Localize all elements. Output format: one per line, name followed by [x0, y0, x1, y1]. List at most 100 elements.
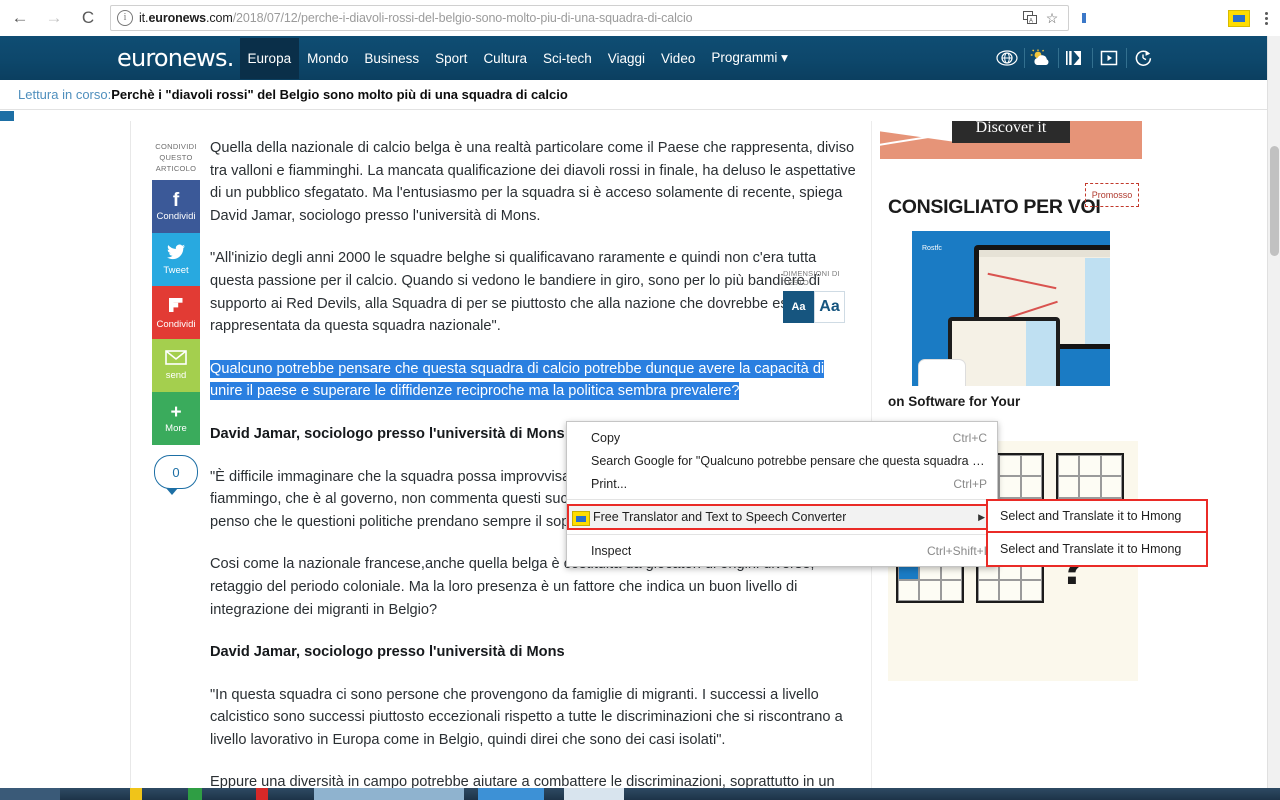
share-flipboard-button[interactable]: Condividi [152, 286, 200, 339]
address-bar[interactable]: i it.euronews.com/2018/07/12/perche-i-di… [110, 5, 1069, 31]
taskbar-item[interactable] [130, 788, 142, 800]
translator-extension-icon [572, 511, 590, 526]
article-paragraph: Quella della nazionale di calcio belga è… [210, 137, 860, 227]
comment-count-bubble[interactable]: 0 [154, 455, 198, 489]
nav-item-viaggi[interactable]: Viaggi [600, 38, 653, 79]
taskbar-item[interactable] [256, 788, 268, 800]
site-nav: Europa Mondo Business Sport Cultura Sci-… [240, 37, 796, 79]
context-menu-item-free-translator[interactable]: Free Translator and Text to Speech Conve… [567, 504, 997, 530]
nav-item-video[interactable]: Video [653, 38, 703, 79]
context-menu-item-search-google[interactable]: Search Google for "Qualcuno potrebbe pen… [567, 449, 997, 472]
chevron-right-icon: ▶ [978, 512, 985, 523]
inspect-shortcut: Ctrl+Shift+I [909, 544, 987, 558]
selected-text[interactable]: Qualcuno potrebbe pensare che questa squ… [210, 360, 824, 401]
article-paragraph: "In questa squadra ci sono persone che p… [210, 684, 860, 752]
globe-icon[interactable] [990, 45, 1024, 71]
search-google-label: Search Google for "Qualcuno potrebbe pen… [591, 454, 987, 468]
web-page: euronews. Europa Mondo Business Sport Cu… [0, 36, 1280, 788]
back-button[interactable]: ← [6, 4, 34, 32]
scrollbar-thumb[interactable] [1270, 146, 1279, 256]
svg-text:A: A [1029, 19, 1033, 25]
article-paragraph: Eppure una diversità in campo potrebbe a… [210, 771, 860, 788]
nav-item-cultura[interactable]: Cultura [475, 38, 535, 79]
forward-button[interactable]: → [40, 4, 68, 32]
nav-item-business[interactable]: Business [356, 38, 427, 79]
bookmark-star-icon[interactable]: ☆ [1042, 8, 1062, 28]
weather-icon[interactable] [1024, 45, 1058, 71]
now-reading-title[interactable]: Perchè i "diavoli rossi" del Belgio sono… [111, 87, 568, 102]
video-icon[interactable] [1092, 45, 1126, 71]
submenu-item-translate-hmong-1[interactable]: Select and Translate it to Hmong [986, 499, 1208, 533]
taskbar-start-button[interactable] [0, 788, 60, 800]
share-email-label: send [166, 370, 187, 381]
article-speaker: David Jamar, sociologo presso l'universi… [210, 641, 860, 664]
taskbar-item[interactable] [188, 788, 202, 800]
nav-item-sport[interactable]: Sport [427, 38, 475, 79]
article-paragraph-selected[interactable]: Qualcuno potrebbe pensare che questa squ… [210, 358, 860, 403]
share-more-button[interactable]: + More [152, 392, 200, 445]
share-rail: CONDIVIDI QUESTO ARTICOLO f Condividi Tw… [152, 141, 200, 489]
context-menu-item-copy[interactable]: Copy Ctrl+C [567, 426, 997, 449]
print-label: Print... [591, 477, 627, 491]
facebook-icon: f [173, 191, 179, 210]
reload-button[interactable]: C [74, 4, 102, 32]
share-facebook-label: Condividi [156, 211, 195, 222]
taskbar-window[interactable] [314, 788, 464, 800]
plus-icon: + [170, 403, 181, 422]
site-header-icons [990, 45, 1280, 71]
flipboard-icon [167, 296, 185, 318]
share-more-label: More [165, 423, 187, 434]
text-size-small-button[interactable]: Aa [783, 291, 814, 323]
context-menu-item-print[interactable]: Print... Ctrl+P [567, 472, 997, 495]
live-icon[interactable] [1058, 45, 1092, 71]
now-reading-bar: Lettura in corso: Perchè i "diavoli ross… [0, 80, 1280, 110]
share-twitter-button[interactable]: Tweet [152, 233, 200, 286]
translator-extension-icon[interactable] [1228, 10, 1250, 27]
url-path: /2018/07/12/perche-i-diavoli-rossi-del-b… [233, 11, 693, 25]
nav-item-europa[interactable]: Europa [240, 38, 300, 79]
ad-headline[interactable]: on Software for Your [888, 393, 1138, 411]
submenu-item-translate-hmong-2[interactable]: Select and Translate it to Hmong [986, 533, 1208, 567]
windows-taskbar [0, 788, 1280, 800]
context-menu: Copy Ctrl+C Search Google for "Qualcuno … [566, 421, 998, 567]
article-paragraph: "All'inizio degli anni 2000 le squadre b… [210, 247, 860, 337]
now-reading-label: Lettura in corso: [18, 87, 111, 102]
discover-label: Discover it [952, 121, 1070, 143]
share-caption: CONDIVIDI QUESTO ARTICOLO [152, 141, 200, 174]
recommended-title: CONSIGLIATO PER VOI [888, 196, 1100, 219]
share-twitter-label: Tweet [163, 265, 188, 276]
text-size-large-button[interactable]: Aa [814, 291, 845, 323]
translate-page-icon[interactable]: A [1020, 8, 1040, 28]
browser-toolbar: ← → C i it.euronews.com/2018/07/12/perch… [0, 0, 1280, 37]
context-menu-separator [567, 534, 997, 535]
share-email-button[interactable]: send [152, 339, 200, 392]
envelope-icon [165, 350, 187, 369]
chrome-menu-icon[interactable] [1258, 12, 1274, 25]
progress-marker [0, 111, 14, 121]
promoted-badge: Promosso [1085, 183, 1139, 207]
taskbar-window[interactable] [564, 788, 624, 800]
nav-item-scitech[interactable]: Sci-tech [535, 38, 600, 79]
taskbar-window-active[interactable] [478, 788, 544, 800]
text-size-widget: DIMENSIONI DI TESTO Aa Aa [783, 269, 853, 323]
copy-label: Copy [591, 431, 620, 445]
euronews-logo[interactable]: euronews. [117, 44, 234, 72]
inspect-label: Inspect [591, 544, 631, 558]
site-info-icon[interactable]: i [117, 10, 133, 26]
text-size-caption: DIMENSIONI DI TESTO [783, 269, 853, 287]
context-menu-item-inspect[interactable]: Inspect Ctrl+Shift+I [567, 539, 997, 562]
history-icon[interactable] [1126, 45, 1160, 71]
ad-banner-image[interactable]: Rostfc [912, 231, 1110, 386]
discover-banner[interactable]: Discover it [880, 121, 1142, 159]
share-facebook-button[interactable]: f Condividi [152, 180, 200, 233]
nav-item-programmi[interactable]: Programmi ▾ [703, 37, 796, 79]
share-caption-line1: CONDIVIDI [152, 141, 200, 152]
url-host: it.euronews.com [139, 11, 233, 25]
ad-brand-label: Rostfc [922, 245, 942, 252]
twitter-icon [166, 244, 186, 264]
nav-item-mondo[interactable]: Mondo [299, 38, 356, 79]
site-header: euronews. Europa Mondo Business Sport Cu… [0, 36, 1280, 80]
free-translator-label: Free Translator and Text to Speech Conve… [593, 510, 846, 524]
url-text: it.euronews.com/2018/07/12/perche-i-diav… [139, 11, 1018, 25]
page-scrollbar[interactable] [1267, 36, 1280, 788]
